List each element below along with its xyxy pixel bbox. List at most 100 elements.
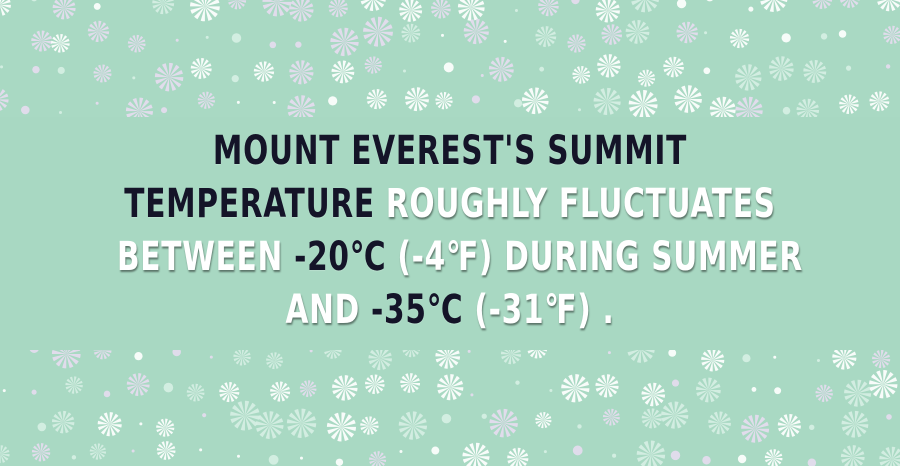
pinwheel-flower-icon bbox=[760, 0, 788, 12]
pattern-dot bbox=[807, 458, 817, 466]
pinwheel-flower-icon bbox=[572, 66, 591, 84]
pattern-dot bbox=[671, 379, 680, 387]
pattern-dot bbox=[402, 69, 406, 73]
pinwheel-flower-icon bbox=[93, 64, 112, 83]
pattern-dot bbox=[676, 0, 687, 9]
pattern-dot bbox=[612, 453, 617, 458]
pinwheel-flower-icon bbox=[368, 350, 392, 371]
pattern-dot bbox=[886, 414, 892, 420]
pinwheel-flower-icon bbox=[65, 376, 83, 394]
pattern-dot bbox=[781, 33, 791, 43]
pattern-dot bbox=[131, 449, 135, 453]
pattern-dot bbox=[751, 386, 757, 392]
pinwheel-flower-icon bbox=[777, 413, 801, 438]
pinwheel-flower-icon bbox=[156, 418, 175, 437]
pinwheel-flower-icon bbox=[87, 20, 110, 43]
pinwheel-flower-icon bbox=[883, 25, 900, 44]
pinwheel-flower-icon bbox=[627, 350, 655, 363]
pattern-dot bbox=[0, 65, 4, 69]
pinwheel-flower-icon bbox=[255, 411, 284, 440]
pinwheel-flower-icon bbox=[631, 0, 659, 13]
fact-line-3-part-2: -20 bbox=[294, 234, 350, 280]
pinwheel-flower-icon bbox=[601, 24, 623, 45]
pinwheel-flower-icon bbox=[51, 350, 81, 369]
pinwheel-flower-icon bbox=[676, 21, 698, 44]
pattern-dot bbox=[299, 456, 303, 460]
pinwheel-flower-icon bbox=[233, 350, 251, 366]
pinwheel-flower-icon bbox=[735, 64, 762, 91]
pattern-dot bbox=[199, 448, 203, 452]
pattern-dot bbox=[31, 0, 37, 2]
pattern-dot bbox=[670, 450, 681, 461]
pinwheel-flower-icon bbox=[289, 0, 314, 22]
pinwheel-flower-icon bbox=[674, 85, 702, 113]
pattern-dot bbox=[480, 74, 484, 78]
fact-line-4: AND -35℃ (-31℉) . bbox=[117, 284, 783, 337]
pinwheel-flower-icon bbox=[127, 34, 146, 53]
pattern-dot bbox=[467, 350, 471, 353]
pattern-dot bbox=[577, 108, 581, 112]
pinwheel-flower-icon bbox=[289, 60, 314, 85]
pattern-dot bbox=[543, 450, 547, 454]
pinwheel-flower-icon bbox=[332, 375, 358, 401]
pinwheel-flower-icon bbox=[593, 87, 621, 116]
pattern-dot bbox=[774, 387, 782, 395]
pinwheel-flower-icon bbox=[364, 374, 385, 395]
pattern-dot bbox=[440, 33, 444, 37]
pattern-dot bbox=[668, 350, 677, 357]
pattern-dot bbox=[513, 99, 523, 108]
pinwheel-flower-icon bbox=[398, 411, 428, 440]
pattern-dot bbox=[335, 458, 344, 466]
pattern-dot bbox=[703, 67, 711, 75]
pinwheel-flower-icon bbox=[796, 98, 820, 117]
pinwheel-flower-icon bbox=[641, 408, 662, 429]
pinwheel-flower-icon bbox=[366, 89, 387, 110]
pattern-dot bbox=[32, 65, 40, 74]
pinwheel-flower-icon bbox=[841, 410, 869, 438]
pinwheel-flower-icon bbox=[437, 374, 464, 401]
decorative-pattern-bottom bbox=[0, 350, 900, 466]
pinwheel-flower-icon bbox=[299, 380, 317, 397]
pattern-dot bbox=[134, 352, 143, 361]
pinwheel-flower-icon bbox=[401, 23, 421, 43]
pattern-dot bbox=[470, 393, 474, 397]
pinwheel-flower-icon bbox=[435, 92, 453, 110]
pinwheel-flower-icon bbox=[400, 373, 421, 393]
pinwheel-flower-icon bbox=[500, 350, 522, 365]
pinwheel-flower-icon bbox=[51, 410, 75, 434]
pinwheel-flower-icon bbox=[625, 19, 650, 44]
pattern-dot bbox=[209, 355, 213, 359]
pinwheel-flower-icon bbox=[227, 0, 247, 10]
pinwheel-flower-icon bbox=[877, 0, 900, 12]
pattern-dot bbox=[572, 445, 583, 456]
pinwheel-flower-icon bbox=[197, 91, 215, 109]
fact-line-4-part-4: (-31℉) . bbox=[463, 287, 615, 333]
pinwheel-flower-icon bbox=[507, 447, 529, 466]
pattern-dot bbox=[885, 64, 891, 69]
pattern-dot bbox=[441, 413, 452, 424]
pinwheel-flower-icon bbox=[561, 374, 590, 403]
pattern-dot bbox=[702, 456, 711, 465]
pattern-dot bbox=[163, 382, 174, 393]
pinwheel-flower-icon bbox=[663, 56, 684, 78]
pinwheel-flower-icon bbox=[641, 382, 666, 407]
pinwheel-flower-icon bbox=[126, 373, 150, 396]
fact-line-2-part-2: ROUGHLY FLUCTUATES bbox=[374, 181, 776, 227]
pinwheel-flower-icon bbox=[435, 350, 461, 369]
pattern-dot bbox=[742, 354, 751, 363]
pinwheel-flower-icon bbox=[812, 0, 833, 9]
pattern-dot bbox=[706, 0, 713, 2]
pattern-dot bbox=[571, 0, 580, 5]
pattern-dot bbox=[399, 450, 403, 454]
pinwheel-flower-icon bbox=[869, 370, 898, 399]
pinwheel-flower-icon bbox=[190, 0, 220, 22]
pattern-dot bbox=[202, 413, 207, 418]
pinwheel-flower-icon bbox=[93, 350, 112, 360]
pinwheel-flower-icon bbox=[31, 443, 51, 462]
pinwheel-flower-icon bbox=[462, 442, 490, 466]
fact-panel: MOUNT EVEREST'S SUMMIT TEMPERATURE ROUGH… bbox=[0, 117, 900, 350]
pinwheel-flower-icon bbox=[839, 0, 860, 8]
pinwheel-flower-icon bbox=[266, 352, 283, 370]
pinwheel-flower-icon bbox=[262, 0, 292, 17]
pattern-dot bbox=[748, 6, 754, 12]
